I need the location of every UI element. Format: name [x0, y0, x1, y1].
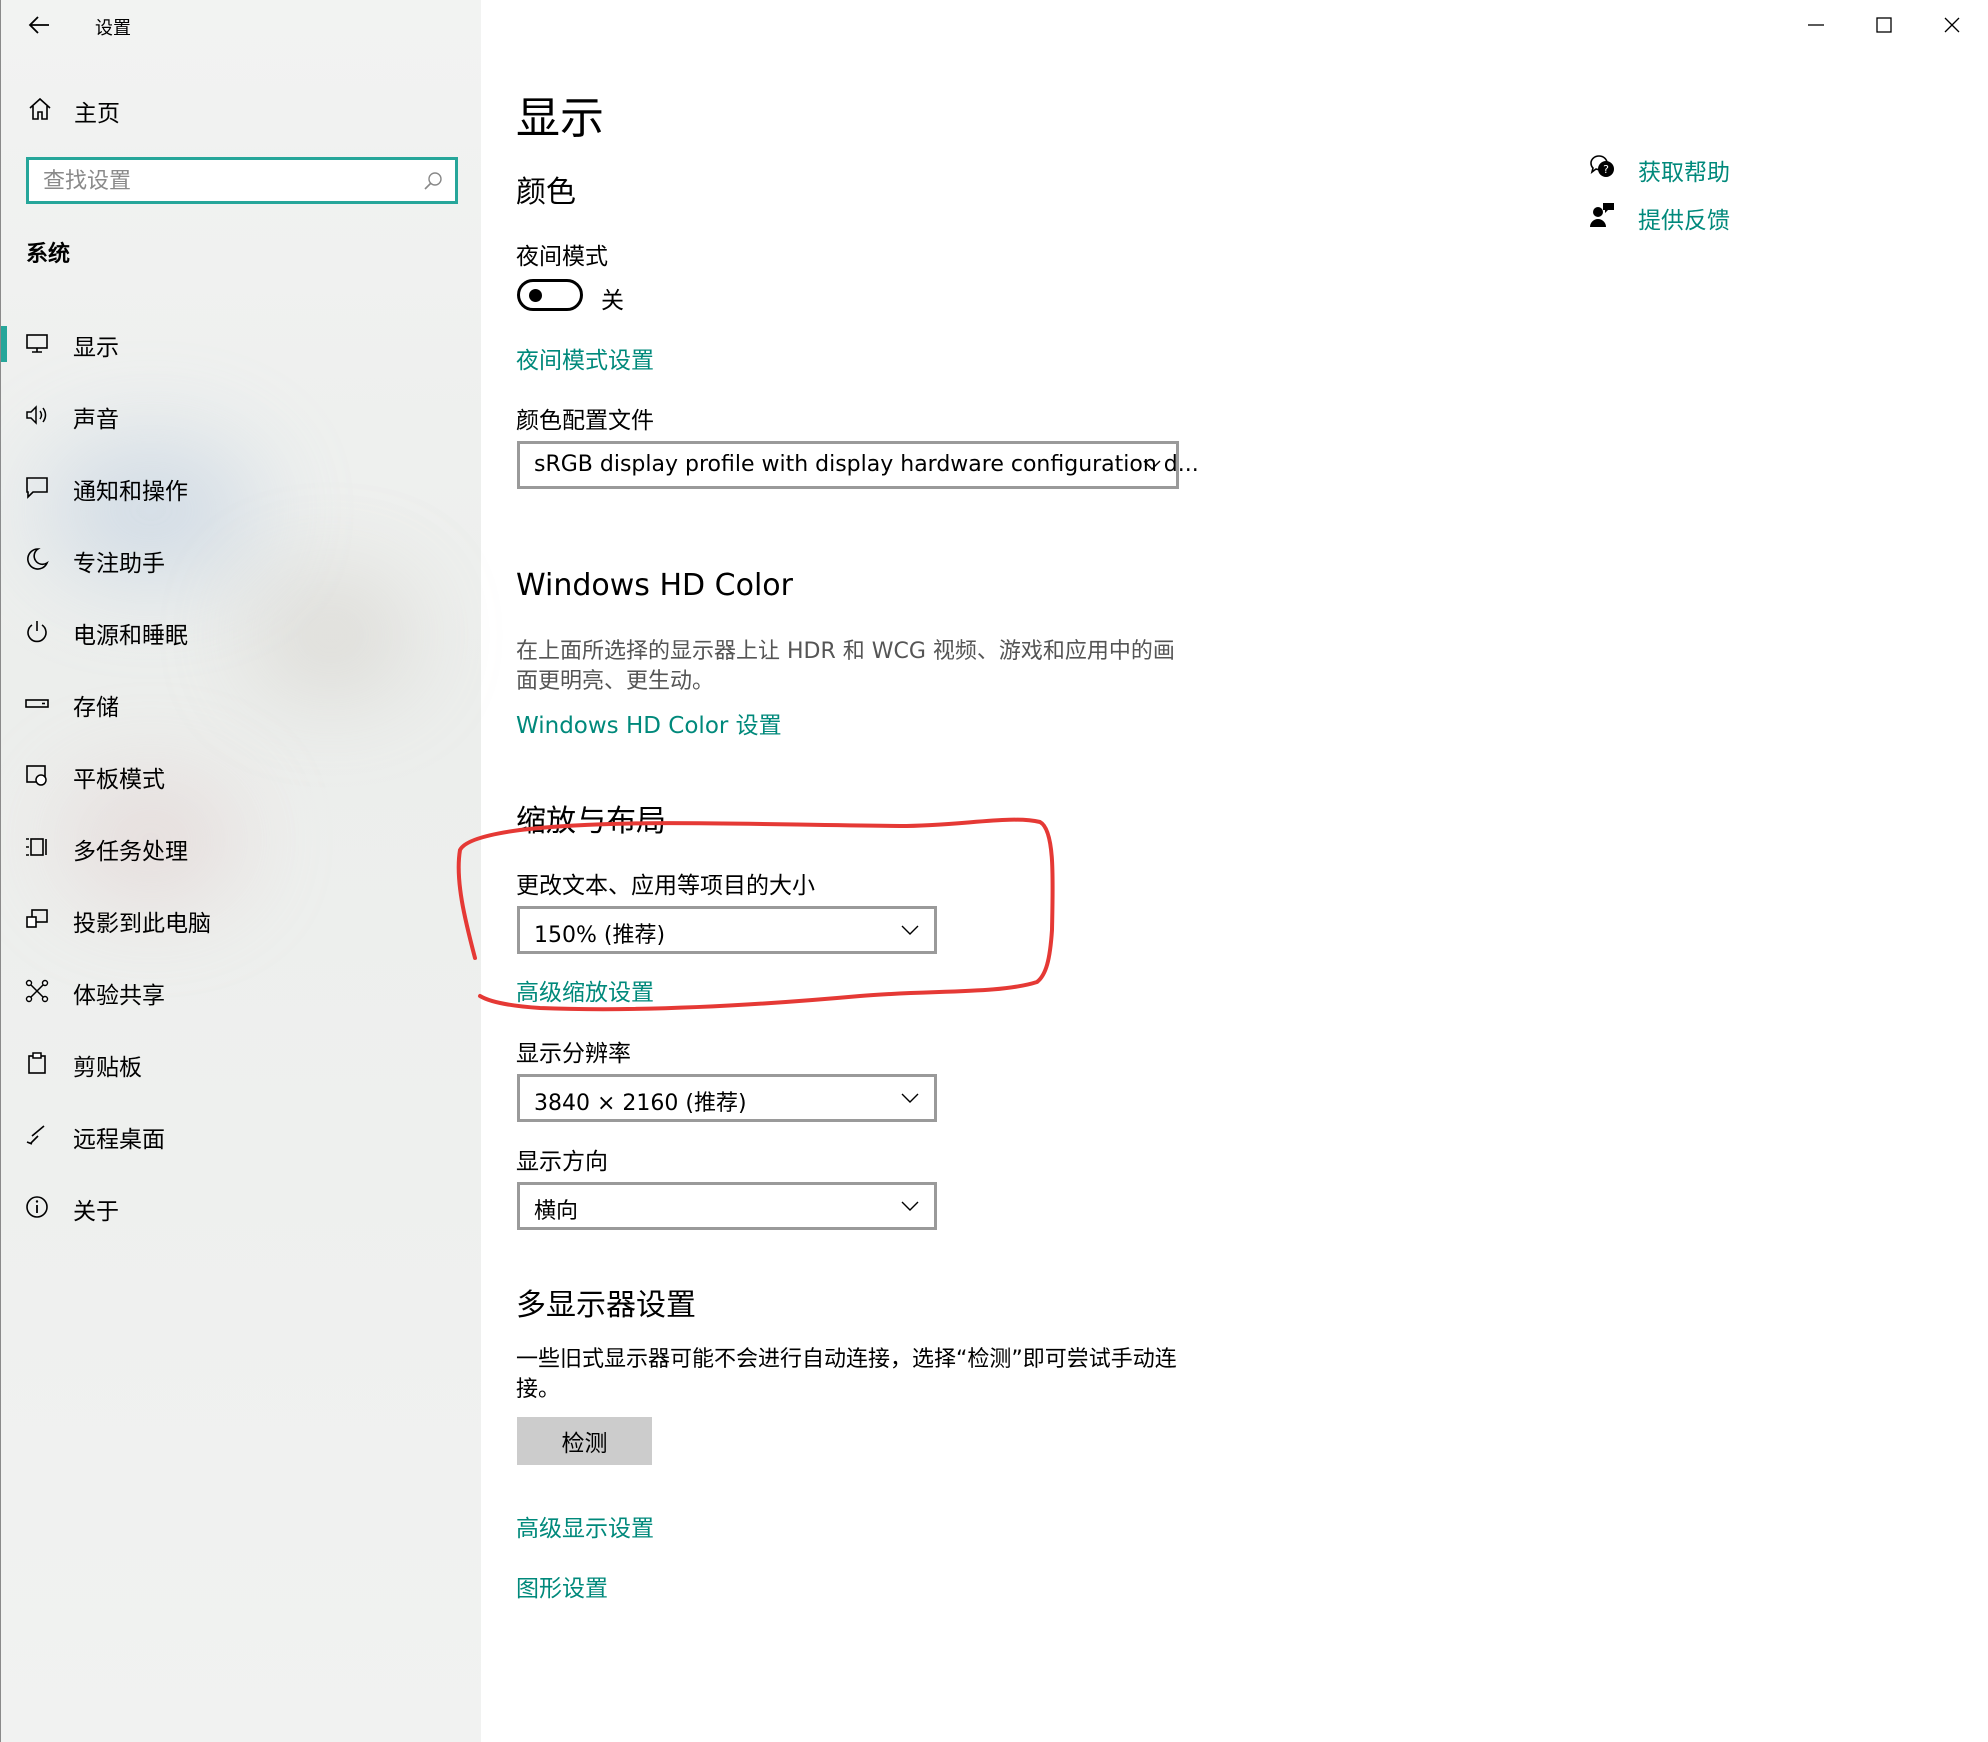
sidebar-item-label: 存储 — [73, 695, 119, 721]
sidebar-item-notifications[interactable]: 通知和操作 — [1, 452, 482, 524]
sidebar-item-label: 剪贴板 — [73, 1055, 142, 1081]
sidebar-item-label: 体验共享 — [73, 983, 165, 1009]
sidebar-item-label: 电源和睡眠 — [73, 623, 188, 649]
sidebar-item-focus-assist[interactable]: 专注助手 — [1, 524, 482, 596]
info-icon — [26, 1196, 48, 1218]
scale-value: 150% (推荐) — [534, 923, 666, 948]
orientation-value: 横向 — [534, 1199, 579, 1224]
sidebar-item-sound[interactable]: 声音 — [1, 380, 482, 452]
color-profile-value: sRGB display profile with display hardwa… — [534, 452, 1199, 477]
night-mode-toggle[interactable] — [517, 279, 583, 311]
detect-button[interactable]: 检测 — [517, 1417, 652, 1465]
sidebar-item-about[interactable]: 关于 — [1, 1172, 482, 1244]
color-profile-select[interactable]: sRGB display profile with display hardwa… — [517, 441, 1199, 489]
search-icon[interactable] — [423, 171, 443, 191]
sidebar-item-clipboard[interactable]: 剪贴板 — [1, 1028, 482, 1100]
sidebar-item-label: 通知和操作 — [73, 479, 188, 505]
clipboard-icon — [28, 1052, 46, 1074]
chevron-down-icon — [901, 1201, 919, 1211]
project-icon — [26, 909, 48, 928]
sidebar-item-label: 多任务处理 — [73, 839, 188, 865]
resolution-value: 3840 × 2160 (推荐) — [534, 1091, 747, 1116]
feedback-link[interactable]: 提供反馈 — [1638, 201, 1730, 235]
get-help-link[interactable]: 获取帮助 — [1638, 153, 1730, 187]
sidebar-item-label: 平板模式 — [73, 767, 165, 793]
section-heading-scale: 缩放与布局 — [516, 804, 666, 839]
notification-icon — [26, 477, 48, 499]
hd-color-description: 在上面所选择的显示器上让 HDR 和 WCG 视频、游戏和应用中的画面更明亮、更… — [516, 639, 1175, 694]
multi-display-description: 一些旧式显示器可能不会进行自动连接，选择“检测”即可尝试手动连接。 — [516, 1347, 1177, 1402]
sidebar-item-shared-experiences[interactable]: 体验共享 — [1, 956, 482, 1028]
sidebar-item-label: 远程桌面 — [73, 1127, 165, 1153]
tablet-icon — [26, 765, 47, 786]
scale-select[interactable]: 150% (推荐) — [517, 906, 937, 954]
multitask-icon — [26, 838, 47, 856]
scale-size-label: 更改文本、应用等项目的大小 — [516, 873, 815, 899]
hd-color-settings-link[interactable]: Windows HD Color 设置 — [516, 706, 782, 740]
main-content: 显示 颜色 夜间模式 关 夜间模式设置 颜色配置文件 sRGB display … — [481, 0, 1988, 1742]
title-bar-left: 设置 — [1, 0, 482, 50]
home-icon — [29, 97, 51, 120]
sidebar-item-label: 专注助手 — [73, 551, 165, 577]
power-icon — [27, 621, 47, 643]
back-button[interactable] — [23, 10, 55, 40]
sidebar-item-tablet-mode[interactable]: 平板模式 — [1, 740, 482, 812]
section-heading-color: 颜色 — [516, 175, 576, 210]
nav-home-label: 主页 — [74, 101, 120, 127]
section-heading-hd-color: Windows HD Color — [516, 568, 793, 603]
resolution-label: 显示分辨率 — [516, 1041, 631, 1067]
chevron-down-icon — [901, 1093, 919, 1103]
night-mode-state: 关 — [601, 288, 624, 314]
sidebar-item-project[interactable]: 投影到此电脑 — [1, 884, 482, 956]
speaker-icon — [26, 405, 47, 425]
nav-home[interactable]: 主页 — [1, 86, 482, 134]
chevron-down-icon — [901, 925, 919, 935]
search-box[interactable] — [26, 157, 458, 204]
search-input[interactable] — [43, 166, 413, 196]
nav-list: 显示 声音 通知和操作 专注助手 电源和睡眠 存储 平板模式 多任务处理 投影到… — [1, 308, 482, 1244]
orientation-label: 显示方向 — [516, 1149, 608, 1175]
resolution-select[interactable]: 3840 × 2160 (推荐) — [517, 1074, 937, 1122]
sidebar-item-label: 声音 — [73, 407, 119, 433]
storage-icon — [25, 699, 49, 708]
sidebar-item-display[interactable]: 显示 — [1, 308, 482, 380]
sidebar-item-label: 关于 — [73, 1199, 119, 1225]
chevron-down-icon — [1143, 460, 1161, 470]
sidebar-item-multitasking[interactable]: 多任务处理 — [1, 812, 482, 884]
advanced-scaling-link[interactable]: 高级缩放设置 — [516, 973, 654, 1007]
monitor-icon — [26, 334, 48, 353]
toggle-knob — [529, 289, 542, 302]
orientation-select[interactable]: 横向 — [517, 1182, 937, 1230]
sidebar-item-label: 显示 — [73, 335, 119, 361]
color-profile-label: 颜色配置文件 — [516, 408, 654, 434]
night-mode-label: 夜间模式 — [516, 244, 608, 270]
moon-icon — [27, 548, 49, 570]
sidebar: 设置 主页 系统 显示 声音 — [0, 0, 481, 1742]
app-title: 设置 — [95, 18, 131, 39]
sidebar-item-power-sleep[interactable]: 电源和睡眠 — [1, 596, 482, 668]
remote-desktop-icon — [26, 1125, 45, 1145]
section-label-system: 系统 — [26, 242, 71, 267]
sidebar-item-label: 投影到此电脑 — [73, 911, 211, 937]
night-mode-settings-link[interactable]: 夜间模式设置 — [516, 341, 654, 375]
page-title: 显示 — [516, 93, 604, 144]
advanced-display-settings-link[interactable]: 高级显示设置 — [516, 1509, 654, 1543]
sidebar-item-remote-desktop[interactable]: 远程桌面 — [1, 1100, 482, 1172]
svg-text:?: ? — [1603, 163, 1609, 176]
sidebar-item-storage[interactable]: 存储 — [1, 668, 482, 740]
share-icon — [25, 979, 49, 1003]
feedback-person-icon — [1590, 203, 1614, 227]
graphics-settings-link[interactable]: 图形设置 — [516, 1569, 608, 1603]
section-heading-multi-display: 多显示器设置 — [516, 1288, 696, 1323]
back-arrow-icon — [28, 16, 49, 34]
help-chat-icon: ? — [1590, 155, 1614, 177]
